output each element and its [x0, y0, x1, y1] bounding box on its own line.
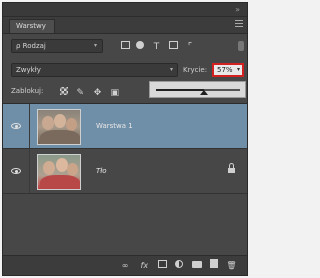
- opacity-input[interactable]: 57% ▾: [212, 63, 244, 77]
- lock-icon: [228, 163, 235, 174]
- lock-transparent-icon[interactable]: [60, 87, 68, 95]
- new-group-icon[interactable]: [191, 261, 202, 268]
- tab-layers-label: Warstwy: [16, 22, 46, 30]
- opacity-slider-track[interactable]: [156, 89, 240, 91]
- shape-filter-icon[interactable]: [168, 41, 178, 49]
- layer-thumbnail: [37, 109, 81, 145]
- layer-row[interactable]: Warstwa 1: [3, 104, 247, 149]
- opacity-value: 57%: [217, 66, 233, 74]
- lock-all-icon[interactable]: ▣: [110, 88, 120, 99]
- blend-mode-value: Zwykły: [16, 66, 41, 74]
- opacity-slider-thumb[interactable]: [199, 90, 208, 95]
- lock-position-icon[interactable]: ✥: [92, 88, 102, 99]
- layer-name: Warstwa 1: [96, 122, 133, 130]
- filter-toggle[interactable]: [238, 41, 244, 51]
- layers-list: Warstwa 1 Tło: [3, 103, 247, 257]
- chevron-updown-icon: ▾: [169, 66, 173, 73]
- collapse-icon[interactable]: »: [235, 5, 240, 14]
- lock-icons: ✎ ✥ ▣: [60, 85, 125, 99]
- toolbar-icons: ∞ fx 🗑: [114, 259, 237, 272]
- eye-icon[interactable]: [10, 120, 23, 133]
- smart-object-filter-icon[interactable]: ⌜: [184, 42, 196, 53]
- lock-image-icon[interactable]: ✎: [75, 88, 85, 99]
- layers-toolbar: ∞ fx 🗑: [3, 255, 247, 275]
- trash-icon[interactable]: 🗑: [226, 260, 237, 272]
- fx-icon[interactable]: fx: [139, 260, 150, 272]
- panel-menu-icon[interactable]: [235, 20, 243, 29]
- panel-header-strip: »: [3, 3, 247, 17]
- layers-panel: » Warstwy ρ Rodzaj ▾ T ⌜ Zwykły ▾ Krycie…: [2, 2, 248, 276]
- layer-row[interactable]: Tło: [3, 149, 247, 194]
- eye-icon[interactable]: [10, 165, 23, 178]
- layer-thumbnail: [37, 154, 81, 190]
- layer-name: Tło: [96, 167, 107, 175]
- opacity-slider-fill: [156, 89, 204, 91]
- link-layers-icon[interactable]: ∞: [120, 260, 131, 272]
- opacity-dropdown-icon[interactable]: ▾: [237, 66, 240, 73]
- type-filter-icon[interactable]: T: [150, 42, 162, 53]
- adjustment-filter-icon[interactable]: [136, 41, 145, 49]
- new-layer-icon[interactable]: [209, 259, 218, 268]
- blend-row: Zwykły ▾ Krycie: 57% ▾: [3, 59, 247, 81]
- opacity-label: Krycie:: [183, 66, 208, 74]
- chevron-updown-icon: ▾: [93, 42, 97, 49]
- filter-kind-label: ρ Rodzaj: [16, 42, 46, 50]
- adjustment-layer-icon[interactable]: [175, 260, 184, 268]
- tab-layers[interactable]: Warstwy: [9, 19, 55, 33]
- image-filter-icon[interactable]: [121, 41, 130, 49]
- filter-kind-select[interactable]: ρ Rodzaj ▾: [11, 39, 103, 53]
- panel-tab-row: Warstwy: [3, 17, 247, 34]
- lock-label: Zablokuj:: [11, 87, 44, 95]
- layer-mask-icon[interactable]: [158, 260, 168, 268]
- opacity-slider-popup: [149, 81, 246, 98]
- blend-mode-select[interactable]: Zwykły ▾: [11, 63, 178, 77]
- filter-row: ρ Rodzaj ▾ T ⌜: [3, 35, 247, 57]
- filter-icons: T ⌜: [121, 40, 200, 52]
